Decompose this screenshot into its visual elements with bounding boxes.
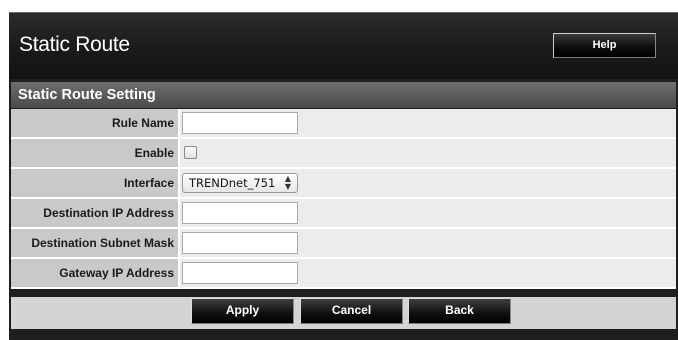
gateway-ip-input[interactable] — [182, 262, 298, 284]
help-button[interactable]: Help — [553, 33, 656, 58]
gateway-ip-row: Gateway IP Address — [11, 258, 676, 289]
destination-mask-label: Destination Subnet Mask — [11, 228, 180, 259]
destination-ip-label: Destination IP Address — [11, 198, 180, 229]
back-button[interactable]: Back — [408, 298, 511, 324]
main-frame: Static Route Help Static Route Setting R… — [9, 12, 678, 340]
up-down-chevron-icon: ▲ ▼ — [284, 174, 291, 191]
page-title: Static Route — [19, 33, 130, 56]
rule-name-input[interactable] — [182, 112, 298, 134]
cancel-button[interactable]: Cancel — [300, 298, 403, 324]
destination-mask-input[interactable] — [182, 232, 298, 254]
settings-table: Rule Name Enable Interface TRENDnet_751 … — [11, 109, 676, 289]
destination-ip-input[interactable] — [182, 202, 298, 224]
interface-row: Interface TRENDnet_751 ▲ ▼ — [11, 168, 676, 199]
interface-select[interactable]: TRENDnet_751 ▲ ▼ — [182, 173, 298, 193]
interface-select-value: TRENDnet_751 — [189, 176, 276, 190]
button-row: Apply Cancel Back — [11, 297, 676, 329]
section-title: Static Route Setting — [11, 82, 676, 108]
interface-label: Interface — [11, 168, 180, 199]
rule-name-label: Rule Name — [11, 109, 180, 139]
gateway-ip-label: Gateway IP Address — [11, 258, 180, 289]
apply-button[interactable]: Apply — [191, 298, 294, 324]
destination-ip-row: Destination IP Address — [11, 198, 676, 229]
destination-mask-row: Destination Subnet Mask — [11, 228, 676, 259]
enable-checkbox[interactable] — [184, 146, 197, 160]
enable-label: Enable — [11, 138, 180, 169]
header-bar: Static Route Help — [9, 12, 678, 79]
rule-name-row: Rule Name — [11, 109, 676, 139]
enable-row: Enable — [11, 138, 676, 169]
